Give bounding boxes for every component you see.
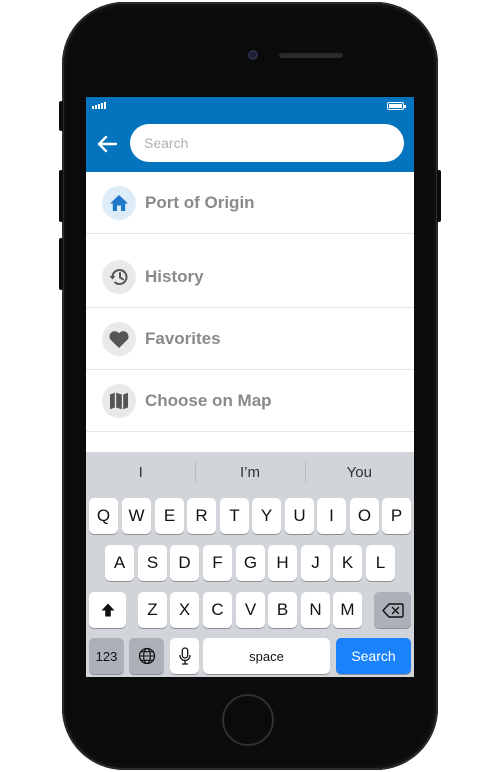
- search-input[interactable]: [144, 135, 384, 151]
- shift-icon: [101, 603, 114, 617]
- map-icon-badge: [102, 383, 136, 418]
- key-s[interactable]: S: [138, 545, 167, 581]
- history-icon: [109, 268, 128, 285]
- key-l[interactable]: L: [366, 545, 395, 581]
- backspace-icon: [381, 602, 404, 618]
- key-e[interactable]: E: [155, 498, 184, 534]
- map-icon: [110, 392, 128, 409]
- key-t[interactable]: T: [220, 498, 249, 534]
- list-item-label: Favorites: [145, 328, 221, 348]
- key-x[interactable]: X: [170, 592, 199, 628]
- back-button[interactable]: [94, 131, 120, 157]
- globe-icon: [138, 647, 155, 665]
- list-item-label: Choose on Map: [145, 390, 272, 410]
- key-w[interactable]: W: [122, 498, 151, 534]
- key-f[interactable]: F: [203, 545, 232, 581]
- key-z[interactable]: Z: [138, 592, 167, 628]
- list-item-label: History: [145, 266, 204, 286]
- onscreen-keyboard: I I’m You Q W E R T Y U I O P A S D F G …: [86, 452, 414, 677]
- dictation-key[interactable]: [170, 638, 199, 674]
- key-p[interactable]: P: [382, 498, 411, 534]
- key-u[interactable]: U: [285, 498, 314, 534]
- shift-key[interactable]: [89, 592, 126, 628]
- app-screen: Port of Origin History Favorites: [86, 97, 414, 677]
- front-camera: [248, 50, 258, 60]
- status-bar: [86, 97, 414, 115]
- key-c[interactable]: C: [203, 592, 232, 628]
- list-item-history[interactable]: History: [86, 246, 414, 308]
- list-item-choose-on-map[interactable]: Choose on Map: [86, 370, 414, 432]
- volume-up-button: [59, 170, 63, 222]
- key-q[interactable]: Q: [89, 498, 118, 534]
- key-m[interactable]: M: [333, 592, 362, 628]
- heart-icon-badge: [102, 321, 136, 356]
- volume-down-button: [59, 238, 63, 290]
- key-v[interactable]: V: [236, 592, 265, 628]
- numbers-key[interactable]: 123: [89, 638, 124, 674]
- backspace-key[interactable]: [374, 592, 411, 628]
- location-options-list: Port of Origin History Favorites Choose …: [86, 172, 414, 432]
- arrow-left-icon: [97, 135, 118, 153]
- earpiece-speaker: [279, 53, 343, 58]
- power-button: [437, 170, 441, 222]
- microphone-icon: [178, 647, 191, 665]
- home-button[interactable]: [222, 694, 274, 746]
- key-y[interactable]: Y: [252, 498, 281, 534]
- prediction-1[interactable]: I: [86, 452, 195, 492]
- predictive-text-bar: I I’m You: [86, 452, 414, 492]
- mute-switch: [59, 101, 63, 131]
- search-header: [86, 115, 414, 172]
- search-key[interactable]: Search: [336, 638, 411, 674]
- key-g[interactable]: G: [236, 545, 265, 581]
- prediction-2[interactable]: I’m: [195, 452, 304, 492]
- heart-icon: [109, 330, 129, 348]
- globe-key[interactable]: [129, 638, 164, 674]
- key-k[interactable]: K: [333, 545, 362, 581]
- home-icon: [110, 194, 128, 211]
- list-item-label: Port of Origin: [145, 192, 255, 212]
- history-icon-badge: [102, 259, 136, 294]
- key-j[interactable]: J: [301, 545, 330, 581]
- key-h[interactable]: H: [268, 545, 297, 581]
- home-icon-badge: [102, 185, 136, 220]
- key-b[interactable]: B: [268, 592, 297, 628]
- list-item-port-of-origin[interactable]: Port of Origin: [86, 172, 414, 234]
- search-field[interactable]: [130, 124, 404, 162]
- key-a[interactable]: A: [105, 545, 134, 581]
- signal-icon: [92, 102, 106, 109]
- list-item-favorites[interactable]: Favorites: [86, 308, 414, 370]
- battery-icon: [387, 102, 406, 110]
- key-n[interactable]: N: [301, 592, 330, 628]
- space-key[interactable]: space: [203, 638, 330, 674]
- prediction-3[interactable]: You: [304, 452, 414, 492]
- key-d[interactable]: D: [170, 545, 199, 581]
- key-r[interactable]: R: [187, 498, 216, 534]
- key-i[interactable]: I: [317, 498, 346, 534]
- key-o[interactable]: O: [350, 498, 379, 534]
